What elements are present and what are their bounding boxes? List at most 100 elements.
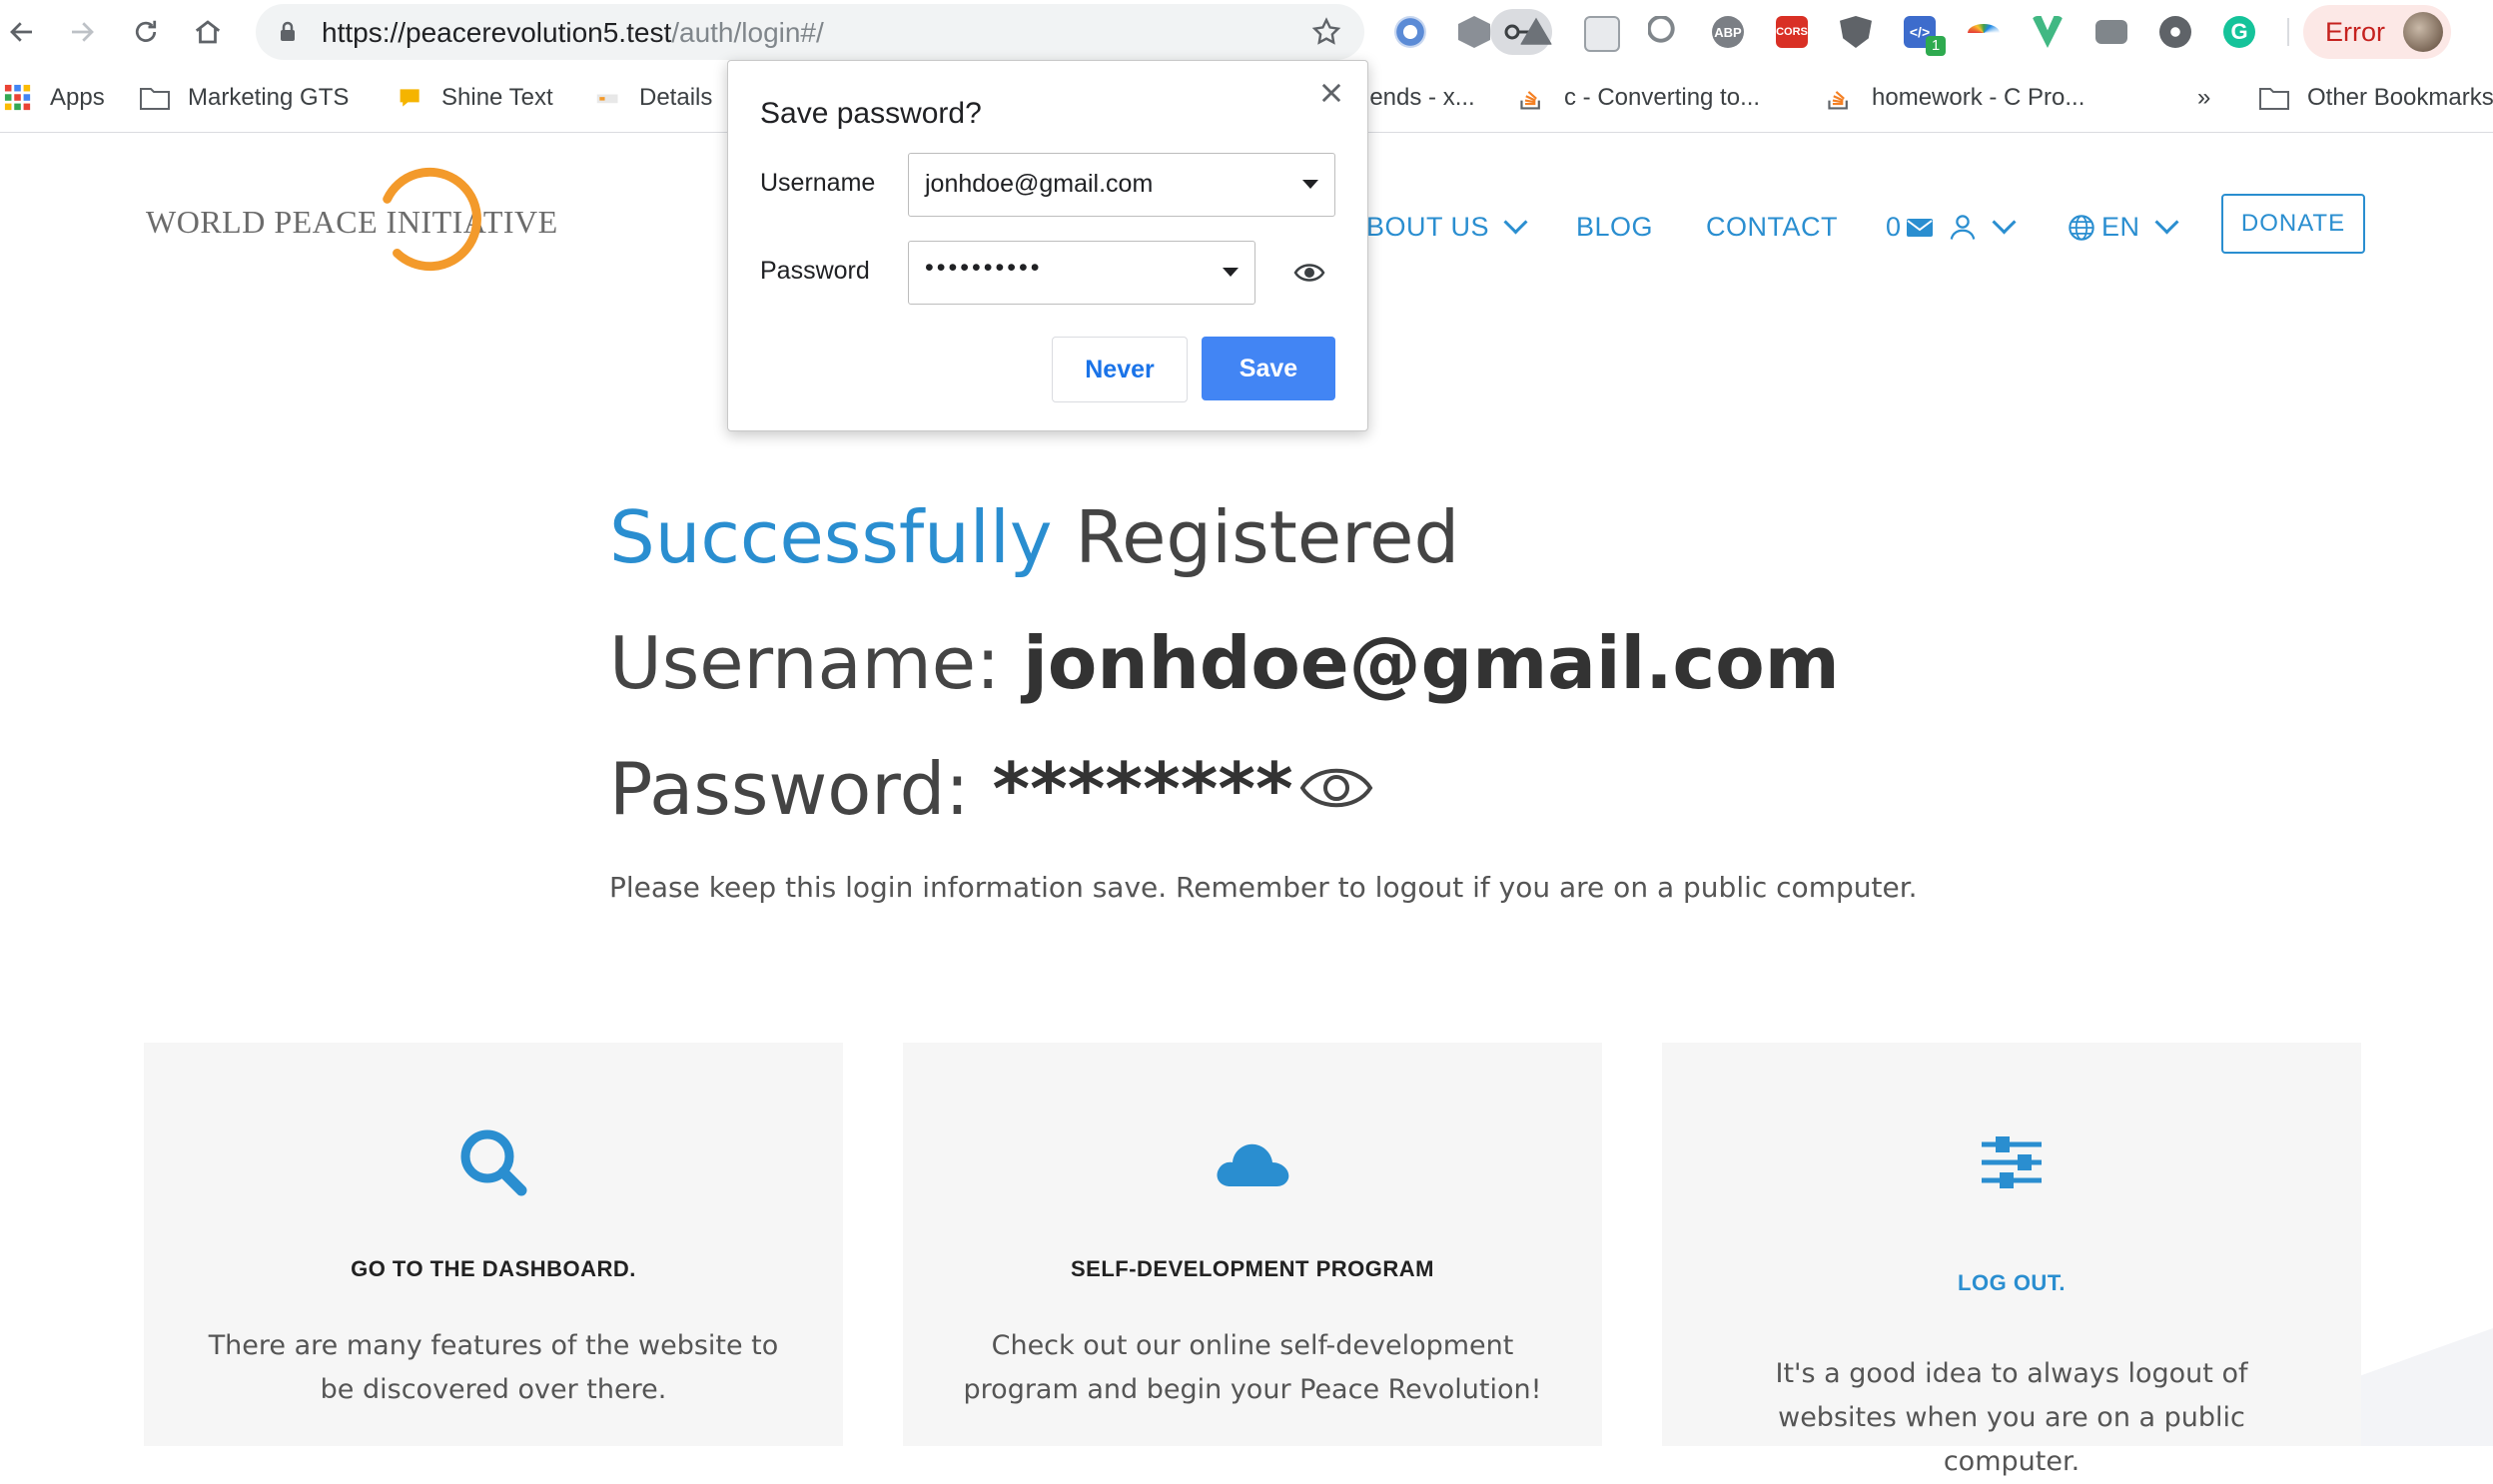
search-icon xyxy=(460,1129,527,1196)
chat-bubble-icon xyxy=(400,89,419,107)
avatar xyxy=(2403,12,2443,52)
bookmark-apps-label: Apps xyxy=(50,84,105,111)
reload-icon xyxy=(135,20,157,42)
dialog-username-select[interactable]: jonhdoe@gmail.com xyxy=(908,153,1335,217)
notes-icon[interactable] xyxy=(1584,16,1620,52)
bookmark-marketing-label: Marketing GTS xyxy=(188,84,350,111)
dialog-username-value: jonhdoe@gmail.com xyxy=(925,170,1154,198)
sliders-icon xyxy=(1982,1136,2042,1188)
overflow-chevron-icon: » xyxy=(2197,84,2211,111)
bookmark-details[interactable]: Details xyxy=(595,80,712,116)
ublock-icon[interactable] xyxy=(1840,16,1872,48)
dialog-username-label: Username xyxy=(760,169,876,197)
nav-language[interactable]: EN xyxy=(2068,210,2179,243)
film-icon[interactable] xyxy=(2159,16,2191,48)
browser-toolbar: https://peacerevolution5.test/auth/login… xyxy=(0,0,2493,64)
save-button[interactable]: Save xyxy=(1202,337,1335,400)
bookmark-homework-label: homework - C Pro... xyxy=(1872,84,2085,111)
folder-icon xyxy=(2259,88,2289,110)
card-logout[interactable]: LOG OUT. It's a good idea to always logo… xyxy=(1662,1043,2361,1477)
rainbow-icon[interactable] xyxy=(1968,24,2000,42)
folder-icon xyxy=(140,88,170,110)
language-label: EN xyxy=(2101,212,2140,242)
home-button[interactable] xyxy=(186,10,230,54)
eye-icon[interactable] xyxy=(1293,257,1325,289)
arrow-right-icon xyxy=(72,22,94,42)
bookmark-apps[interactable]: Apps xyxy=(4,80,105,116)
toolbar-divider xyxy=(2287,18,2289,46)
bookmark-details-label: Details xyxy=(639,84,713,111)
password-value: ******** xyxy=(992,747,1293,831)
bookmark-homework[interactable]: homework - C Pro... xyxy=(1824,80,2084,116)
chevron-down-icon xyxy=(2153,210,2179,235)
username-line: Username: jonhdoe@gmail.com xyxy=(609,621,1840,705)
bookmark-shine-label: Shine Text xyxy=(441,84,553,111)
nav-about-us[interactable]: BOUT US xyxy=(1366,210,1528,243)
apps-grid-icon xyxy=(4,84,31,111)
password-label: Password: xyxy=(609,747,993,831)
nav-messages[interactable]: 0 xyxy=(1886,212,1934,243)
card-dashboard[interactable]: GO TO THE DASHBOARD. There are many feat… xyxy=(144,1043,843,1446)
magnifier-icon[interactable] xyxy=(1648,16,1680,48)
cloud-icon xyxy=(1217,1143,1289,1186)
extension-badge: 1 xyxy=(1926,36,1946,56)
bookmark-star-button[interactable] xyxy=(1308,14,1344,50)
bookmark-shine[interactable]: Shine Text xyxy=(398,80,553,116)
info-note: Please keep this login information save.… xyxy=(609,871,1918,904)
forward-button[interactable] xyxy=(60,10,104,54)
dialog-password-value: •••••••••• xyxy=(925,254,1043,282)
title-rest: Registered xyxy=(1052,495,1460,579)
error-label: Error xyxy=(2325,17,2385,47)
globe-icon xyxy=(2069,214,2094,241)
cube-icon[interactable] xyxy=(1458,16,1490,48)
dropdown-caret-icon xyxy=(1223,268,1239,277)
card-title: LOG OUT. xyxy=(1958,1270,2066,1295)
bookmark-other-label: Other Bookmarks xyxy=(2307,84,2493,111)
title-highlight: Successfully xyxy=(609,495,1053,579)
url-text: https://peacerevolution5.test/auth/login… xyxy=(322,17,824,48)
opera-icon[interactable] xyxy=(1394,16,1426,48)
address-bar[interactable]: https://peacerevolution5.test/auth/login… xyxy=(256,4,1552,60)
dialog-password-select[interactable]: •••••••••• xyxy=(908,241,1255,305)
username-value: jonhdoe@gmail.com xyxy=(1023,621,1840,705)
bookmarks-overflow-button[interactable]: » xyxy=(2197,80,2210,116)
profile-error-button[interactable]: Error xyxy=(2303,5,2451,59)
card-text: Check out our online self-development pr… xyxy=(963,1330,1542,1405)
bookmark-converting-label: c - Converting to... xyxy=(1564,84,1761,111)
vue-icon[interactable] xyxy=(2032,16,2064,48)
mail-count: 0 xyxy=(1886,212,1902,242)
star-icon xyxy=(1311,17,1341,45)
never-button[interactable]: Never xyxy=(1052,337,1188,402)
nav-user-menu[interactable] xyxy=(1948,209,2017,242)
site-favicon-icon xyxy=(596,94,618,104)
nav-blog[interactable]: BLOG xyxy=(1576,212,1653,243)
username-label: Username: xyxy=(609,621,1024,705)
bookmark-converting[interactable]: c - Converting to... xyxy=(1516,80,1760,116)
donate-button[interactable]: DONATE xyxy=(2221,194,2365,254)
reload-button[interactable] xyxy=(124,10,168,54)
card-self-development[interactable]: SELF-DEVELOPMENT PROGRAM Check out our o… xyxy=(903,1043,1602,1446)
card-text: It's a good idea to always logout of web… xyxy=(1775,1358,2248,1477)
adblock-icon[interactable]: ABP xyxy=(1712,16,1744,48)
camera-icon[interactable] xyxy=(2095,20,2127,44)
bookmark-other[interactable]: Other Bookmarks xyxy=(2259,80,2493,116)
user-icon xyxy=(1950,215,1976,240)
close-icon[interactable] xyxy=(1317,79,1345,107)
lock-icon xyxy=(281,21,295,41)
card-text: There are many features of the website t… xyxy=(208,1330,779,1405)
bookmark-friends[interactable]: iends - x... xyxy=(1364,80,1475,116)
show-password-eye-icon[interactable] xyxy=(1298,757,1374,819)
cors-icon[interactable]: CORS xyxy=(1776,16,1808,48)
back-button[interactable] xyxy=(0,10,44,54)
stackoverflow-icon xyxy=(1828,91,1848,110)
dialog-password-label: Password xyxy=(760,257,870,285)
dialog-title: Save password? xyxy=(760,97,982,130)
site-logo[interactable]: WORLD PEACE INITIATIVE xyxy=(146,160,557,286)
arrow-left-icon xyxy=(10,22,32,42)
grammarly-icon[interactable]: G xyxy=(2223,16,2255,48)
bookmark-marketing[interactable]: Marketing GTS xyxy=(140,80,349,116)
nav-contact[interactable]: CONTACT xyxy=(1706,212,1838,243)
logo-circle-icon xyxy=(383,167,481,272)
dropdown-caret-icon xyxy=(1302,180,1318,189)
decorative-wedge xyxy=(2361,1328,2493,1446)
